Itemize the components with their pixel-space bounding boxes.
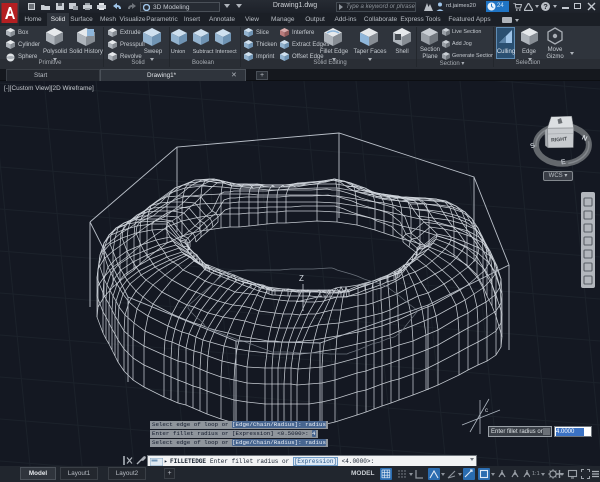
svg-text:Y: Y (323, 295, 327, 301)
svg-text:c: c (485, 408, 488, 414)
svg-text:Z: Z (299, 274, 304, 283)
svg-text:E: E (561, 159, 567, 167)
